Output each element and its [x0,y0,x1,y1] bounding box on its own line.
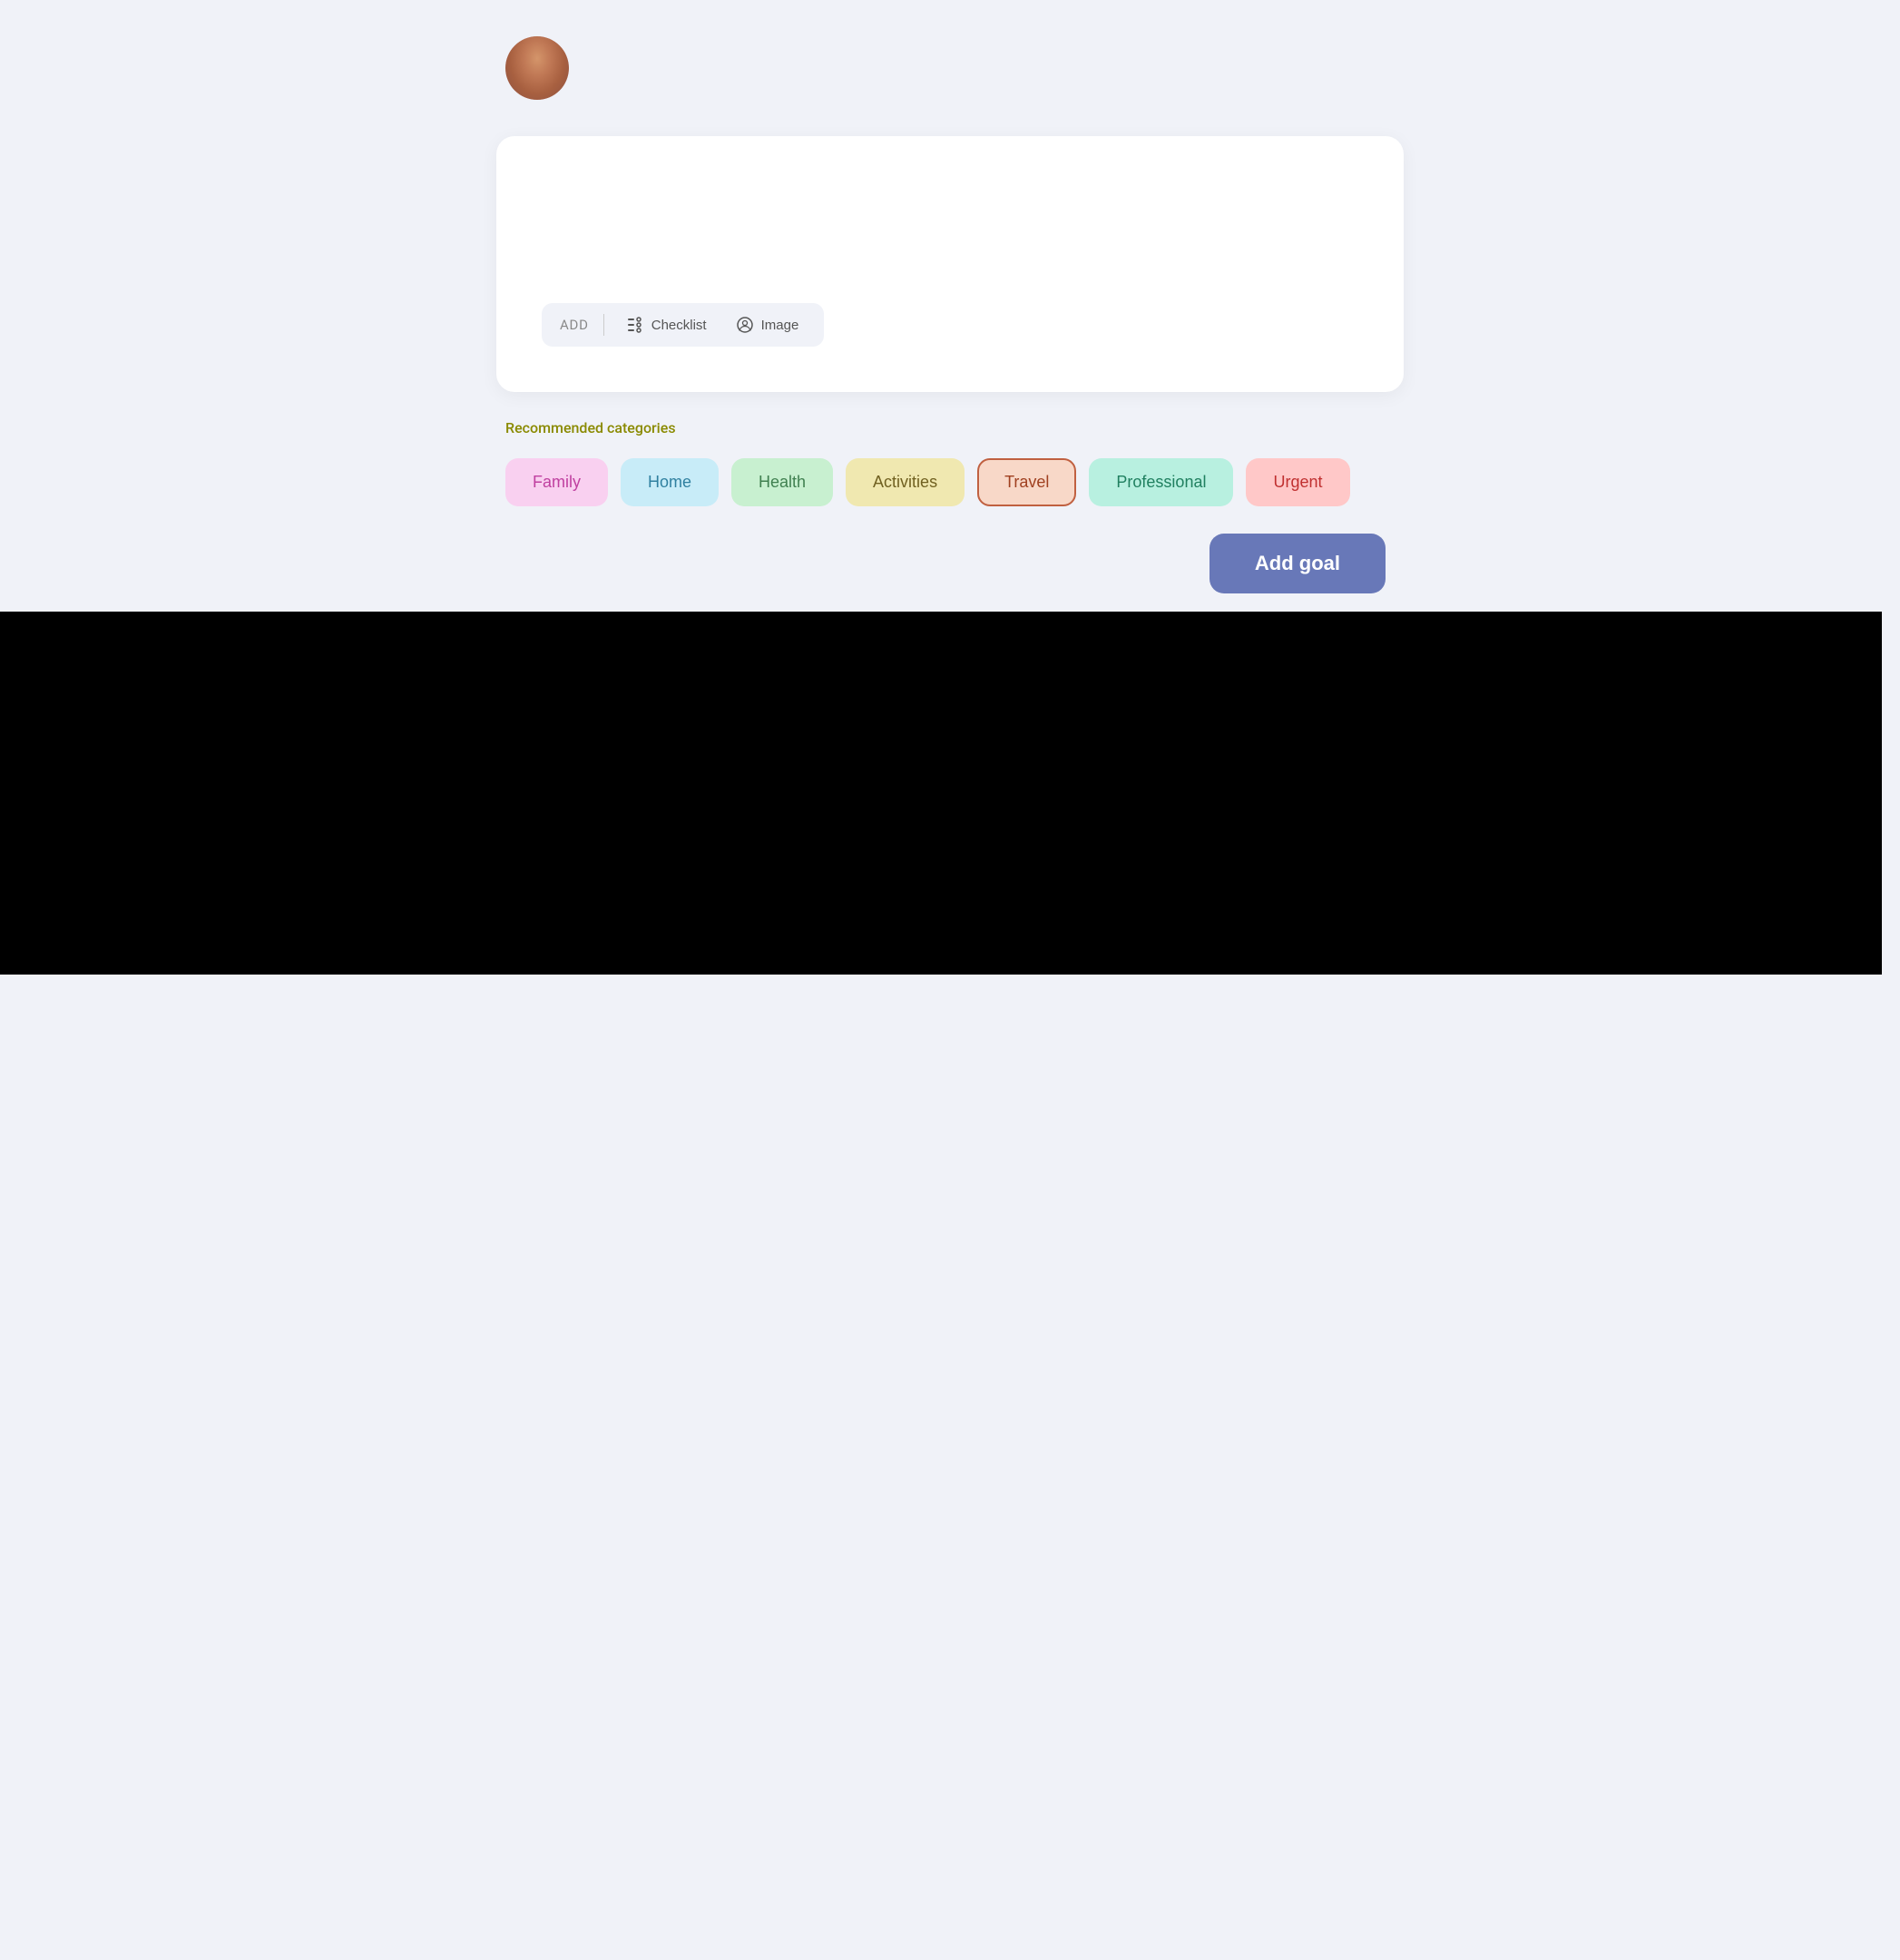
black-section [0,612,1882,975]
category-urgent[interactable]: Urgent [1246,458,1349,506]
category-professional[interactable]: Professional [1089,458,1233,506]
toolbar-divider [603,314,604,336]
category-travel[interactable]: Travel [977,458,1076,506]
checklist-button[interactable]: Checklist [619,312,714,338]
category-family[interactable]: Family [505,458,608,506]
category-health[interactable]: Health [731,458,833,506]
main-card: ADD Checklist [496,136,1404,392]
avatar-area [496,36,1404,100]
category-home[interactable]: Home [621,458,719,506]
image-button[interactable]: Image [729,312,807,338]
toolbar: ADD Checklist [542,303,824,347]
avatar [505,36,569,100]
checklist-icon [626,316,644,334]
toolbar-add-label: ADD [560,317,589,333]
image-label: Image [761,318,799,333]
categories-title: Recommended categories [505,419,1395,436]
image-icon [736,316,754,334]
add-goal-button[interactable]: Add goal [1210,534,1386,593]
page-wrapper: ADD Checklist [496,36,1404,593]
bottom-bar: Add goal [505,534,1395,593]
categories-grid: Family Home Health Activities Travel Pro… [505,458,1395,506]
goal-text-input[interactable] [542,172,1358,281]
checklist-label: Checklist [651,318,707,333]
categories-section: Recommended categories Family Home Healt… [496,419,1404,593]
category-activities[interactable]: Activities [846,458,965,506]
avatar-image [505,36,569,100]
